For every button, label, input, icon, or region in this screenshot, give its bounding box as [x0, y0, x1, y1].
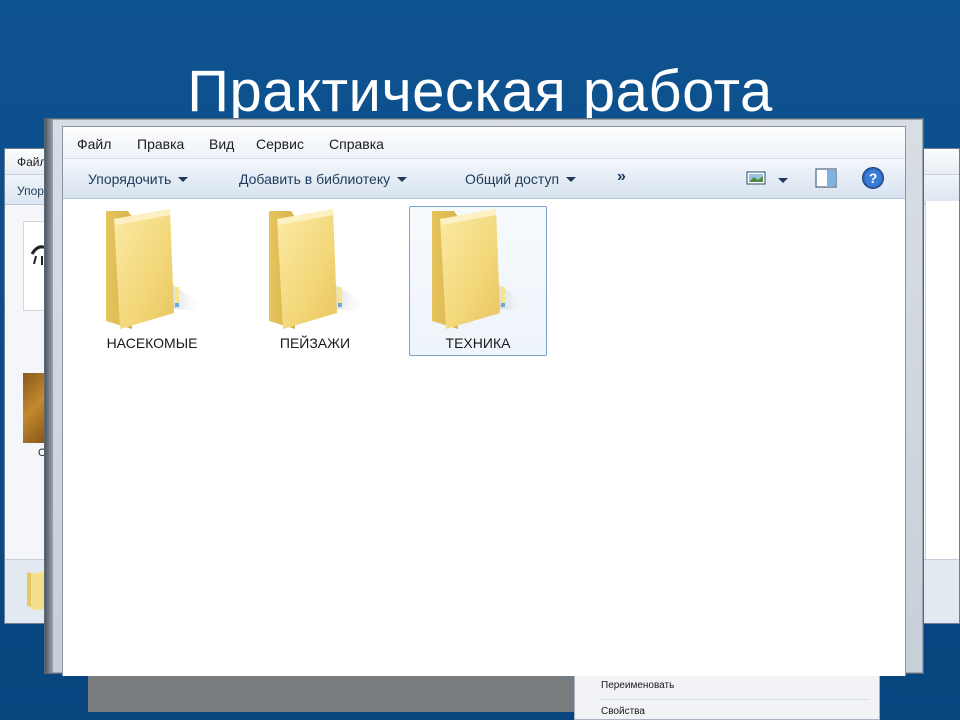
chevron-down-icon — [397, 176, 408, 182]
svg-text:?: ? — [869, 170, 878, 186]
organize-label: Упорядочить — [88, 171, 172, 187]
menu-view[interactable]: Вид — [209, 136, 234, 152]
add-to-library-button[interactable]: Добавить в библиотеку — [239, 169, 408, 189]
context-menu-rename[interactable]: Переименовать — [575, 675, 879, 697]
help-icon[interactable]: ? — [861, 166, 885, 190]
menubar: Файл Правка Вид Сервис Справка — [63, 127, 905, 159]
add-to-library-label: Добавить в библиотеку — [239, 171, 391, 187]
background-right-panel — [925, 201, 959, 571]
view-options-icon[interactable] — [746, 170, 766, 186]
preview-pane-icon[interactable] — [815, 168, 837, 188]
menu-tools[interactable]: Сервис — [256, 136, 304, 152]
folder-icon — [432, 209, 530, 329]
menu-file[interactable]: Файл — [77, 136, 111, 152]
organize-button[interactable]: Упорядочить — [88, 169, 189, 189]
menu-help[interactable]: Справка — [329, 136, 384, 152]
file-list-area: НАСЕКОМЫЕ ПЕЙЗАЖИ ТЕХНИКА — [63, 200, 905, 676]
share-button[interactable]: Общий доступ — [465, 169, 577, 189]
background-gray-strip — [88, 676, 574, 712]
folder-label: НАСЕКОМЫЕ — [106, 335, 198, 351]
chevron-down-icon — [566, 176, 577, 182]
background-menu-file[interactable]: Файл — [17, 155, 47, 169]
folder-label: ТЕХНИКА — [445, 335, 511, 351]
slide-title: Практическая работа — [187, 59, 773, 124]
explorer-window: Файл Правка Вид Сервис Справка Упорядочи… — [62, 126, 906, 676]
command-bar: Упорядочить Добавить в библиотеку Общий … — [63, 159, 905, 199]
folder-icon — [269, 209, 367, 329]
context-menu-properties[interactable]: Свойства — [575, 701, 879, 720]
view-options-chevron-icon[interactable] — [778, 178, 788, 183]
folder-item-insects[interactable]: НАСЕКОМЫЕ — [83, 206, 221, 356]
folder-icon — [106, 209, 204, 329]
more-commands-button[interactable]: » — [617, 168, 626, 186]
folder-item-technology[interactable]: ТЕХНИКА — [409, 206, 547, 356]
share-label: Общий доступ — [465, 171, 560, 187]
context-menu-separator — [599, 699, 869, 700]
chevron-down-icon — [178, 176, 189, 182]
folder-item-landscapes[interactable]: ПЕЙЗАЖИ — [246, 206, 384, 356]
menu-edit[interactable]: Правка — [137, 136, 184, 152]
background-organize-button[interactable]: Упор — [17, 184, 44, 198]
folder-label: ПЕЙЗАЖИ — [279, 335, 351, 351]
window-frame-edge — [45, 119, 53, 673]
